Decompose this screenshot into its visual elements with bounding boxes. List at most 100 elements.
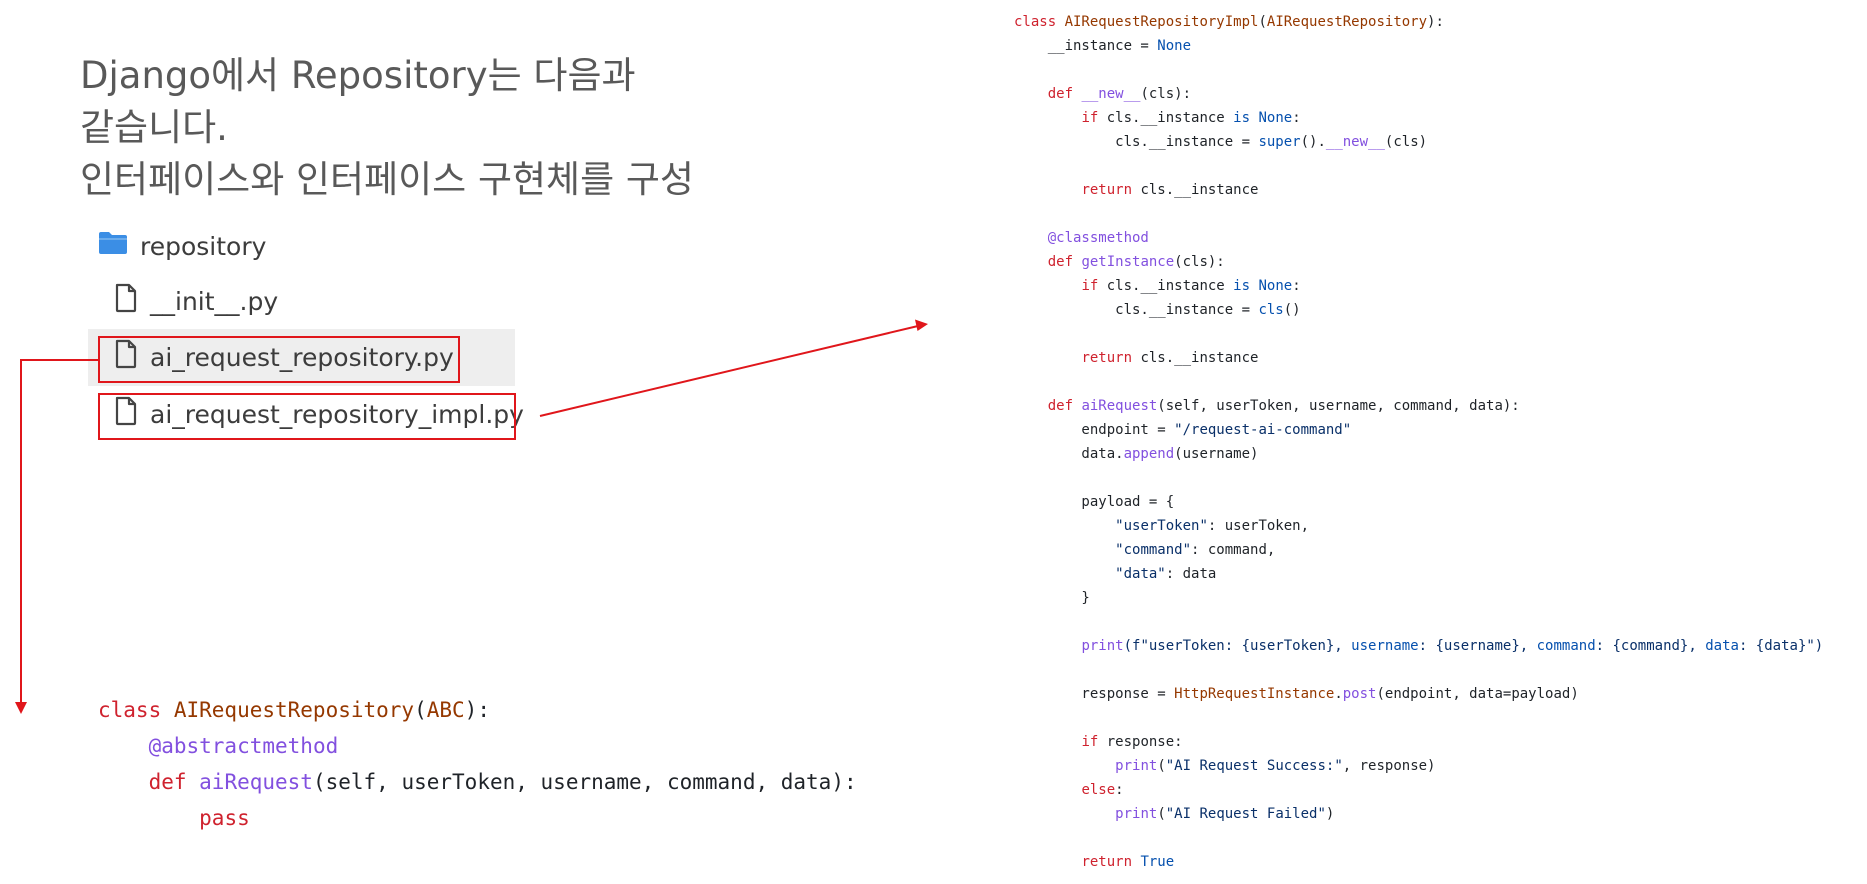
code-line: data.append(username) [1014,442,1823,466]
arrow-to-impl-code [539,319,928,417]
code-line: pass [98,800,857,836]
code-line: cls.__instance = super().__new__(cls) [1014,130,1823,154]
code-line: if cls.__instance is None: [1014,274,1823,298]
code-token: response = [1014,686,1175,702]
code-token: username [1351,638,1419,654]
code-token: command [1536,638,1596,654]
code-token: __new__ [1081,86,1141,102]
code-token: : {command}, [1595,638,1706,654]
code-token: return [1081,854,1141,870]
code-line: print("AI Request Success:", response) [1014,754,1823,778]
code-token: , response) [1342,758,1436,774]
code-line: "userToken": userToken, [1014,514,1823,538]
code-token: AIRequestRepositoryImpl [1064,14,1259,30]
code-token: : {username}, [1418,638,1537,654]
code-token: def [1047,86,1082,102]
code-token: def [1047,254,1082,270]
code-token: payload = { [1014,494,1175,510]
code-token: ) [1325,806,1335,822]
code-token: True [1140,854,1175,870]
arrow-to-interface-code [15,359,98,714]
code-token: if [1081,110,1107,126]
code-token: AIRequestRepository [173,698,415,722]
code-token: post [1342,686,1377,702]
code-token: class [98,698,174,722]
code-token: response: [1106,734,1183,750]
code-token: } [1014,590,1090,606]
code-token: def [1047,398,1082,414]
code-line: response = HttpRequestInstance.post(endp… [1014,682,1823,706]
code-token: cls.__instance [1106,278,1234,294]
code-line: print("AI Request Failed") [1014,802,1823,826]
code-token: (cls) [1384,134,1428,150]
code-token: () [1283,302,1301,318]
code-token: ): [1427,14,1444,30]
code-token: "AI Request Failed" [1165,806,1326,822]
code-line: @abstractmethod [98,728,857,764]
code-token: pass [199,806,250,830]
code-token: cls.__instance [1140,350,1259,366]
code-line: class AIRequestRepository(ABC): [98,692,857,728]
code-token: cls.__instance = [1014,134,1259,150]
code-token: : userToken, [1207,518,1310,534]
code-line: class AIRequestRepositoryImpl(AIRequestR… [1014,10,1823,34]
code-token: @abstractmethod [148,734,339,758]
code-token: (self, userToken, username, command, dat… [1157,398,1520,414]
code-line: return True [1014,850,1823,874]
code-token: print [1115,758,1158,774]
code-token: (username) [1174,446,1259,462]
code-line: def __new__(cls): [1014,82,1823,106]
code-line: def getInstance(cls): [1014,250,1823,274]
code-token: cls [1258,302,1284,318]
code-token: : {data}") [1738,638,1824,654]
code-line: return cls.__instance [1014,346,1823,370]
code-token: super [1258,134,1301,150]
code-line: def aiRequest(self, userToken, username,… [98,764,857,800]
code-line: @classmethod [1014,226,1823,250]
code-token: "AI Request Success:" [1165,758,1343,774]
code-block-impl: class AIRequestRepositoryImpl(AIRequestR… [1014,10,1823,874]
code-token: is None [1233,278,1293,294]
code-token: ( [1157,758,1166,774]
code-token: print [1081,638,1124,654]
code-token: . [1334,686,1343,702]
code-line: else: [1014,778,1823,802]
code-token: (f"userToken: {userToken}, [1123,638,1352,654]
code-token: __new__ [1325,134,1385,150]
code-token: (endpoint, data=payload) [1376,686,1579,702]
code-token: endpoint = [1014,422,1175,438]
code-line: def aiRequest(self, userToken, username,… [1014,394,1823,418]
code-token: cls.__instance [1140,182,1259,198]
code-token: (self, userToken, username, command, dat… [312,770,857,794]
code-token: ABC [426,698,465,722]
code-token: def [148,770,200,794]
code-token: ( [1258,14,1267,30]
code-token: __instance = [1014,38,1158,54]
code-line: } [1014,586,1823,610]
code-line: if response: [1014,730,1823,754]
code-token: cls.__instance [1106,110,1234,126]
code-token: aiRequest [199,770,313,794]
code-token: ( [1157,806,1166,822]
code-token: print [1115,806,1158,822]
code-line: __instance = None [1014,34,1823,58]
